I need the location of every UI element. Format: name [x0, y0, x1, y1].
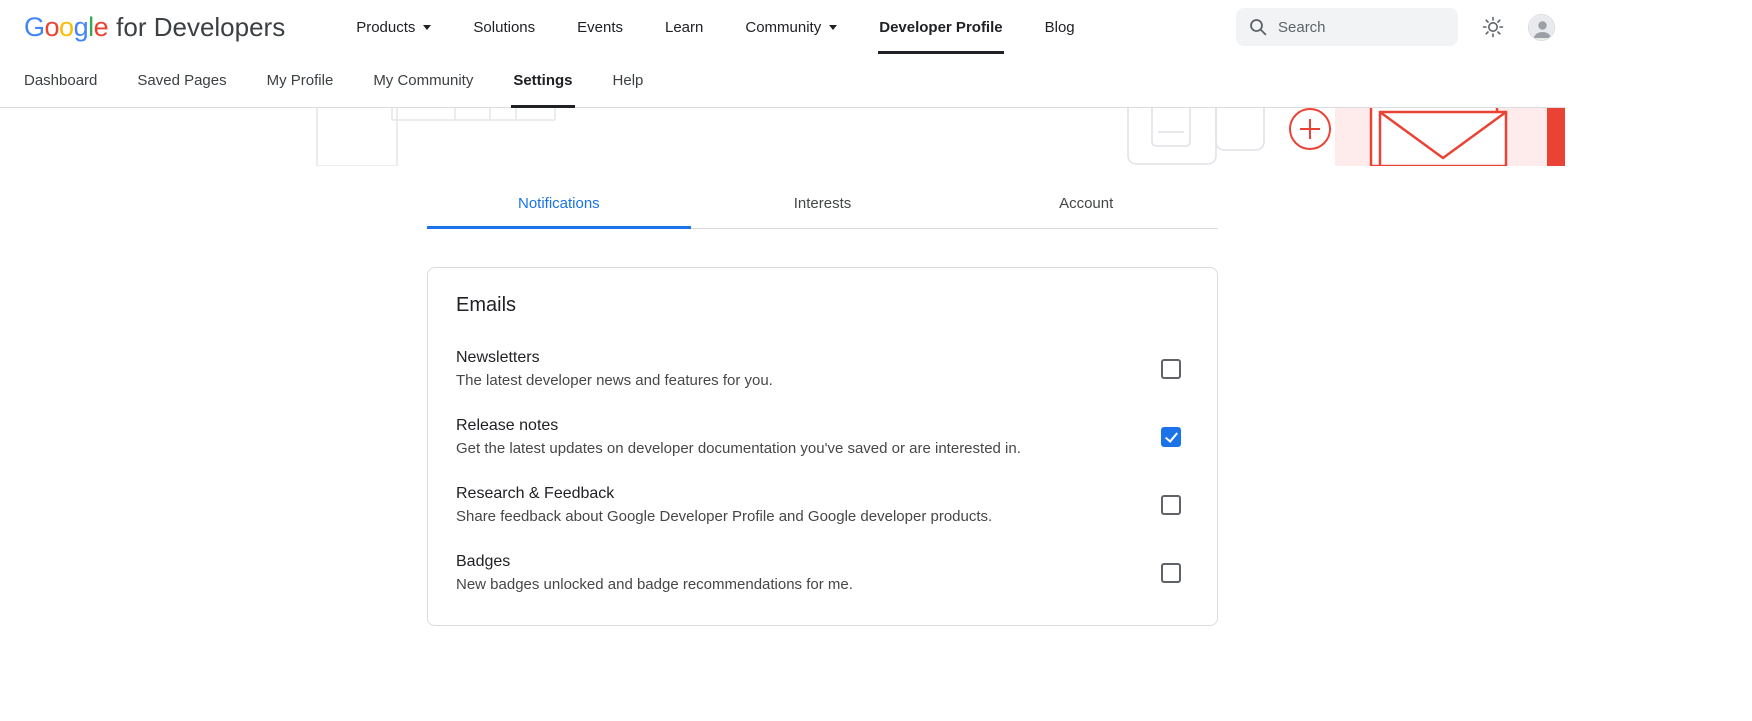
- tab-interests[interactable]: Interests: [691, 180, 955, 228]
- email-text: Badges New badges unlocked and badge rec…: [456, 551, 853, 595]
- badges-checkbox[interactable]: [1161, 563, 1181, 583]
- nav-item-blog[interactable]: Blog: [1024, 0, 1096, 54]
- logo-letter: G: [24, 12, 45, 42]
- settings-content: Notifications Interests Account Emails N…: [427, 180, 1218, 626]
- card-illustration: [1100, 108, 1290, 166]
- logo-letter: o: [59, 12, 74, 42]
- search-box[interactable]: [1236, 8, 1458, 46]
- sun-icon: [1481, 15, 1505, 39]
- nav-item-events[interactable]: Events: [556, 0, 644, 54]
- tab-account[interactable]: Account: [954, 180, 1218, 228]
- plus-icon: [1286, 108, 1334, 166]
- logo-letter: g: [74, 12, 89, 42]
- chevron-down-icon: [829, 25, 837, 30]
- release-notes-checkbox[interactable]: [1161, 427, 1181, 447]
- search-input[interactable]: [1278, 19, 1446, 36]
- nav-label: Community: [745, 19, 821, 36]
- nav-label: Blog: [1045, 19, 1075, 36]
- email-item-title: Badges: [456, 551, 853, 573]
- chevron-down-icon: [423, 25, 431, 30]
- newsletters-checkbox[interactable]: [1161, 359, 1181, 379]
- google-wordmark: Google: [24, 12, 108, 43]
- email-text: Release notes Get the latest updates on …: [456, 415, 1021, 459]
- research-feedback-checkbox[interactable]: [1161, 495, 1181, 515]
- email-item-badges: Badges New badges unlocked and badge rec…: [456, 551, 1181, 595]
- tab-label: Notifications: [518, 195, 600, 212]
- nav-label: Developer Profile: [879, 19, 1002, 36]
- nav-item-community[interactable]: Community: [724, 0, 858, 54]
- logo-suffix: for Developers: [116, 12, 285, 43]
- google-for-developers-logo[interactable]: Google for Developers: [24, 12, 285, 43]
- hero-banner: [0, 108, 1565, 166]
- top-header: Google for Developers Products Solutions…: [0, 0, 1565, 54]
- subnav-item-my-profile[interactable]: My Profile: [247, 54, 354, 108]
- subnav-item-saved-pages[interactable]: Saved Pages: [117, 54, 246, 108]
- nav-item-solutions[interactable]: Solutions: [452, 0, 556, 54]
- subnav-label: My Profile: [267, 72, 334, 89]
- subnav-item-dashboard[interactable]: Dashboard: [24, 54, 117, 108]
- email-item-research-feedback: Research & Feedback Share feedback about…: [456, 483, 1181, 527]
- subnav-item-my-community[interactable]: My Community: [353, 54, 493, 108]
- profile-subnav: Dashboard Saved Pages My Profile My Comm…: [0, 54, 1565, 108]
- subnav-item-help[interactable]: Help: [593, 54, 664, 108]
- red-stripe: [1547, 108, 1565, 166]
- nav-label: Solutions: [473, 19, 535, 36]
- subnav-label: Help: [613, 72, 644, 89]
- nav-item-learn[interactable]: Learn: [644, 0, 724, 54]
- email-item-title: Research & Feedback: [456, 483, 992, 505]
- nav-label: Products: [356, 19, 415, 36]
- subnav-label: Saved Pages: [137, 72, 226, 89]
- email-item-description: The latest developer news and features f…: [456, 371, 773, 391]
- email-item-title: Release notes: [456, 415, 1021, 437]
- tab-label: Account: [1059, 195, 1113, 212]
- subnav-label: My Community: [373, 72, 473, 89]
- envelope-illustration: [1335, 108, 1547, 166]
- subnav-label: Dashboard: [24, 72, 97, 89]
- blocks-illustration: [280, 108, 570, 166]
- logo-letter: o: [45, 12, 60, 42]
- top-nav: Products Solutions Events Learn Communit…: [335, 0, 1095, 54]
- subnav-item-settings[interactable]: Settings: [493, 54, 592, 108]
- settings-tabs: Notifications Interests Account: [427, 180, 1218, 229]
- theme-toggle-button[interactable]: [1476, 10, 1510, 44]
- tab-notifications[interactable]: Notifications: [427, 180, 691, 228]
- tab-label: Interests: [794, 195, 852, 212]
- nav-label: Events: [577, 19, 623, 36]
- nav-label: Learn: [665, 19, 703, 36]
- pink-panel: [1335, 108, 1547, 166]
- subnav-label: Settings: [513, 72, 572, 89]
- email-item-description: Share feedback about Google Developer Pr…: [456, 507, 992, 527]
- logo-letter: e: [94, 12, 109, 42]
- email-item-description: Get the latest updates on developer docu…: [456, 439, 1021, 459]
- search-icon: [1248, 17, 1268, 37]
- email-text: Newsletters The latest developer news an…: [456, 347, 773, 391]
- card-title: Emails: [456, 294, 1181, 317]
- email-item-release-notes: Release notes Get the latest updates on …: [456, 415, 1181, 459]
- page: Google for Developers Products Solutions…: [0, 0, 1565, 721]
- email-item-newsletters: Newsletters The latest developer news an…: [456, 347, 1181, 391]
- email-item-title: Newsletters: [456, 347, 773, 369]
- email-item-description: New badges unlocked and badge recommenda…: [456, 575, 853, 595]
- nav-item-developer-profile[interactable]: Developer Profile: [858, 0, 1023, 54]
- avatar[interactable]: [1528, 14, 1555, 41]
- email-text: Research & Feedback Share feedback about…: [456, 483, 992, 527]
- header-right: [1236, 8, 1555, 46]
- nav-item-products[interactable]: Products: [335, 0, 452, 54]
- emails-card: Emails Newsletters The latest developer …: [427, 267, 1218, 626]
